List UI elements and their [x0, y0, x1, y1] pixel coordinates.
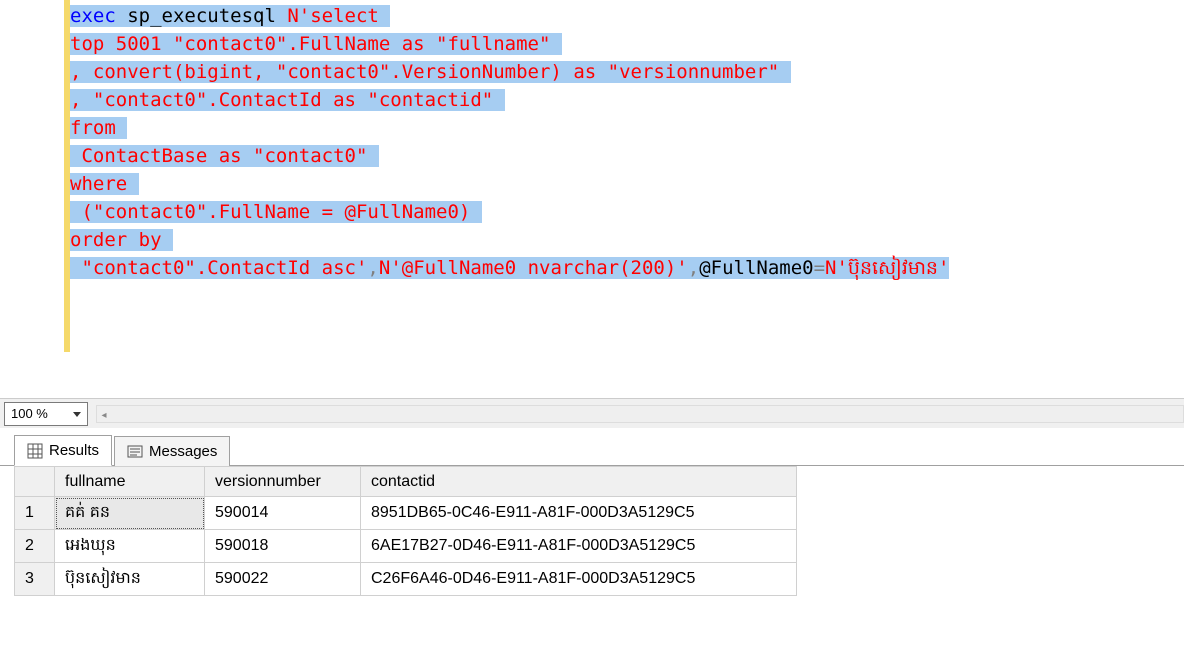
results-grid-wrap: fullname versionnumber contactid 1គគ់ គន…: [0, 466, 1184, 596]
zoom-combo[interactable]: 100 %: [4, 402, 88, 426]
cell-versionnumber[interactable]: 590014: [205, 497, 361, 530]
code-token: @FullName0: [699, 257, 813, 279]
code-line: ("contact0".FullName = @FullName0): [70, 198, 1184, 226]
code-token: ContactBase as "contact0": [70, 145, 379, 167]
code-line: exec sp_executesql N'select: [70, 2, 1184, 30]
code-token: N'@FullName0 nvarchar(200)': [379, 257, 688, 279]
code-token: from: [70, 117, 127, 139]
cell-fullname[interactable]: ប៊ុនសៀវមាន: [55, 563, 205, 596]
cell-versionnumber[interactable]: 590018: [205, 530, 361, 563]
sql-code[interactable]: exec sp_executesql N'select top 5001 "co…: [70, 0, 1184, 398]
messages-icon: [127, 444, 143, 460]
header-row: fullname versionnumber contactid: [15, 467, 797, 497]
code-token: sp_executesql: [116, 5, 288, 27]
table-row[interactable]: 1គគ់ គន5900148951DB65-0C46-E911-A81F-000…: [15, 497, 797, 530]
corner-cell[interactable]: [15, 467, 55, 497]
code-token: , convert(bigint, "contact0".VersionNumb…: [70, 61, 791, 83]
cell-versionnumber[interactable]: 590022: [205, 563, 361, 596]
code-token: exec: [70, 5, 116, 27]
table-row[interactable]: 3ប៊ុនសៀវមាន590022C26F6A46-0D46-E911-A81F…: [15, 563, 797, 596]
sql-editor: exec sp_executesql N'select top 5001 "co…: [0, 0, 1184, 398]
code-token: ,: [688, 257, 699, 279]
code-token: , "contact0".ContactId as "contactid": [70, 89, 505, 111]
code-token: "contact0".ContactId asc': [70, 257, 367, 279]
editor-left-margin: [0, 0, 26, 398]
tab-messages[interactable]: Messages: [114, 436, 230, 466]
cell-contactid[interactable]: C26F6A46-0D46-E911-A81F-000D3A5129C5: [361, 563, 797, 596]
row-number[interactable]: 1: [15, 497, 55, 530]
row-number[interactable]: 3: [15, 563, 55, 596]
tab-results[interactable]: Results: [14, 435, 112, 466]
cell-contactid[interactable]: 8951DB65-0C46-E911-A81F-000D3A5129C5: [361, 497, 797, 530]
table-row[interactable]: 2អេងឃុន5900186AE17B27-0D46-E911-A81F-000…: [15, 530, 797, 563]
col-header-contactid[interactable]: contactid: [361, 467, 797, 497]
cell-fullname[interactable]: អេងឃុន: [55, 530, 205, 563]
code-line: order by: [70, 226, 1184, 254]
grid-icon: [27, 443, 43, 459]
code-line: where: [70, 170, 1184, 198]
code-token: where: [70, 173, 139, 195]
code-token: top 5001 "contact0".FullName as "fullnam…: [70, 33, 562, 55]
results-grid[interactable]: fullname versionnumber contactid 1គគ់ គន…: [14, 466, 797, 596]
code-line: from: [70, 114, 1184, 142]
zoom-value: 100 %: [11, 406, 48, 421]
horizontal-scrollbar[interactable]: ◂: [96, 405, 1184, 423]
col-header-fullname[interactable]: fullname: [55, 467, 205, 497]
code-line: top 5001 "contact0".FullName as "fullnam…: [70, 30, 1184, 58]
scroll-left-arrow[interactable]: ◂: [97, 407, 111, 423]
col-header-versionnumber[interactable]: versionnumber: [205, 467, 361, 497]
code-line: ContactBase as "contact0": [70, 142, 1184, 170]
code-token: order by: [70, 229, 173, 251]
tab-messages-label: Messages: [149, 443, 217, 460]
code-token: =: [814, 257, 825, 279]
code-token: N'ប៊ុនសៀវមាន': [825, 257, 949, 279]
cell-fullname[interactable]: គគ់ គន: [55, 497, 205, 530]
code-token: ("contact0".FullName = @FullName0): [70, 201, 482, 223]
code-token: ,: [367, 257, 378, 279]
code-line: , convert(bigint, "contact0".VersionNumb…: [70, 58, 1184, 86]
cell-contactid[interactable]: 6AE17B27-0D46-E911-A81F-000D3A5129C5: [361, 530, 797, 563]
code-token: N'select: [287, 5, 390, 27]
code-line: "contact0".ContactId asc',N'@FullName0 n…: [70, 254, 1184, 282]
editor-gutter: [26, 0, 70, 352]
zoom-bar: 100 % ◂: [0, 398, 1184, 428]
row-number[interactable]: 2: [15, 530, 55, 563]
tab-results-label: Results: [49, 442, 99, 459]
code-line: , "contact0".ContactId as "contactid": [70, 86, 1184, 114]
results-tabs: Results Messages: [0, 430, 1184, 466]
